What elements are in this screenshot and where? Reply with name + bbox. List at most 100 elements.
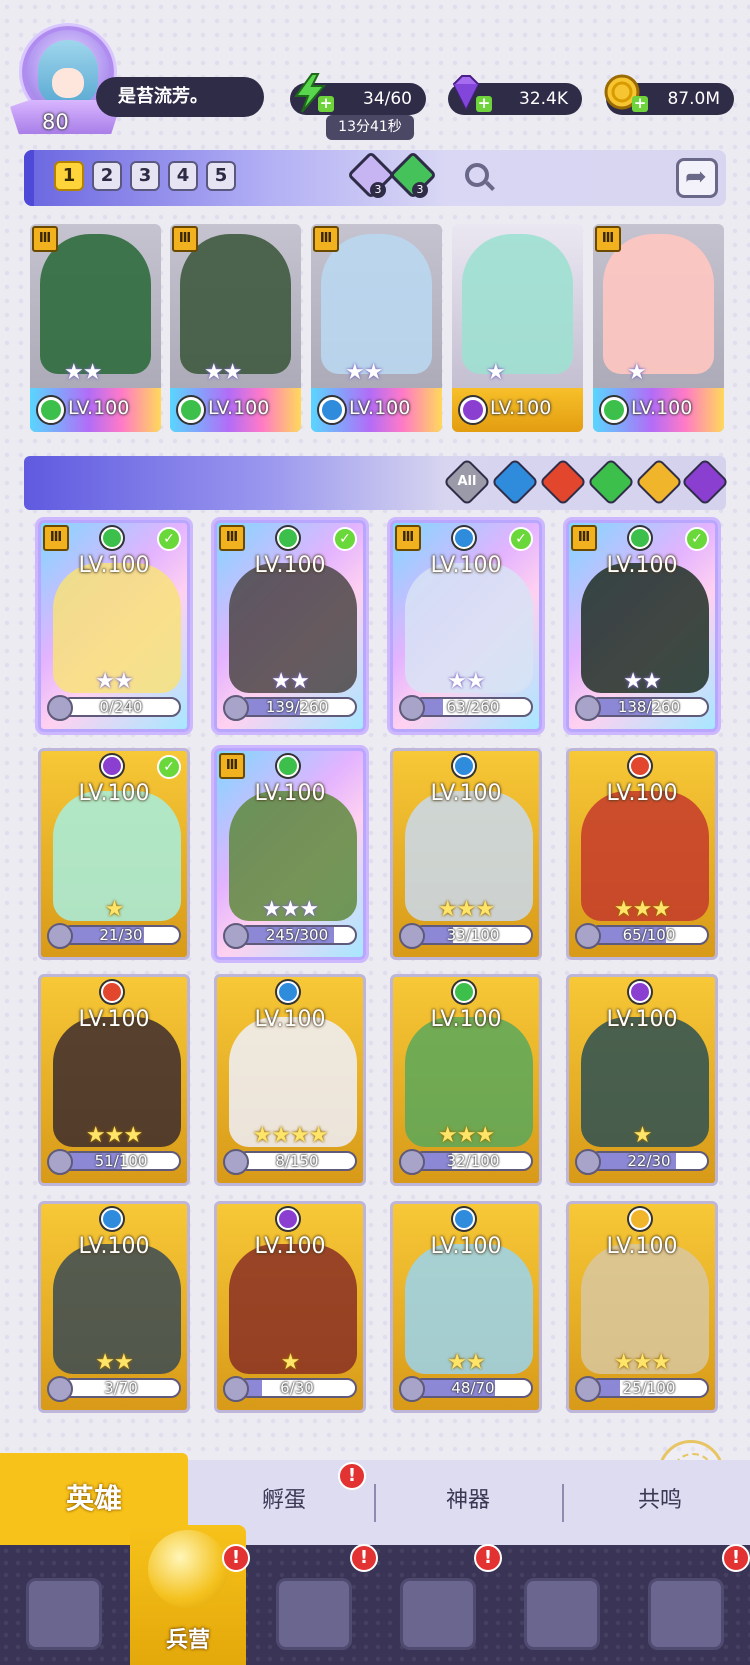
rank-badge: Ⅲ	[395, 525, 421, 551]
water-element-icon	[101, 1208, 123, 1230]
green-crystal-count: 3	[412, 182, 428, 198]
hero-card[interactable]: LV.100 ★ 22/30	[566, 974, 718, 1186]
search-icon[interactable]	[465, 163, 489, 187]
water-element-icon	[453, 1208, 475, 1230]
hero-card[interactable]: LV.100 ★ 6/30	[214, 1201, 366, 1413]
hero-level: LV.100	[430, 781, 502, 806]
tab-artifact[interactable]: 神器	[384, 1476, 552, 1526]
check-icon: ✓	[157, 755, 181, 779]
gem-add-icon[interactable]: +	[476, 96, 492, 112]
shard-icon	[575, 695, 601, 721]
filter-fire-icon[interactable]	[538, 457, 588, 507]
shard-progress: 139/260	[237, 697, 357, 717]
hero-level: LV.100	[430, 553, 502, 578]
cards-icon[interactable]	[26, 1578, 102, 1650]
hero-card[interactable]: ✓ LV.100 ★ 21/30	[38, 748, 190, 960]
star-rating: ★★★	[437, 1123, 495, 1148]
castle-icon[interactable]	[400, 1578, 476, 1650]
team-tab-4[interactable]: 4	[168, 161, 198, 191]
formation-slot[interactable]: Ⅲ ★★ LV.100	[30, 224, 161, 432]
filter-dark-icon[interactable]	[680, 457, 730, 507]
shard-progress-text: 0/240	[99, 698, 143, 716]
hero-level: LV.100	[208, 397, 270, 419]
hero-card[interactable]: Ⅲ ✓ LV.100 ★★ 139/260	[214, 520, 366, 732]
shard-progress-text: 33/100	[446, 926, 500, 944]
hero-level: LV.100	[254, 553, 326, 578]
star-rating: ★★★	[85, 1123, 143, 1148]
hero-card[interactable]: Ⅲ LV.100 ★★★ 245/300	[214, 748, 366, 960]
hero-card[interactable]: LV.100 ★★★ 33/100	[390, 748, 542, 960]
purple-crystal-count: 3	[370, 182, 386, 198]
hero-card[interactable]: LV.100 ★★★ 25/100	[566, 1201, 718, 1413]
shard-progress-text: 63/260	[446, 698, 500, 716]
wind-element-icon	[453, 981, 475, 1003]
dark-element-icon	[460, 397, 486, 423]
shard-icon	[575, 1149, 601, 1175]
star-rating: ★★	[95, 1350, 133, 1375]
team-tab-2[interactable]: 2	[92, 161, 122, 191]
shard-icon	[47, 923, 73, 949]
nav-scroll-badge: !	[722, 1544, 750, 1572]
filter-water-icon[interactable]	[490, 457, 540, 507]
level-bar: LV.100	[593, 388, 724, 432]
shrine-icon[interactable]	[524, 1578, 600, 1650]
shard-icon	[223, 695, 249, 721]
rank-badge: Ⅲ	[219, 753, 245, 779]
shard-icon	[47, 695, 73, 721]
hero-card[interactable]: LV.100 ★★★ 32/100	[390, 974, 542, 1186]
formation-slot[interactable]: Ⅲ ★★ LV.100	[311, 224, 442, 432]
energy-add-icon[interactable]: +	[318, 96, 334, 112]
star-rating: ★★	[345, 360, 383, 385]
gold-add-icon[interactable]: +	[632, 96, 648, 112]
shard-icon	[223, 923, 249, 949]
shard-progress: 33/100	[413, 925, 533, 945]
team-tab-5[interactable]: 5	[206, 161, 236, 191]
filter-all-button[interactable]: All	[442, 457, 492, 507]
formation-slot[interactable]: ★ LV.100	[452, 224, 583, 432]
tab-resonance[interactable]: 共鸣	[572, 1476, 748, 1526]
element-filter-bar: All	[24, 456, 730, 510]
hero-card[interactable]: Ⅲ ✓ LV.100 ★★ 0/240	[38, 520, 190, 732]
filter-light-icon[interactable]	[634, 457, 684, 507]
star-rating: ★	[627, 360, 647, 385]
rank-badge: Ⅲ	[313, 226, 339, 252]
check-icon: ✓	[333, 527, 357, 551]
hero-card[interactable]: Ⅲ ✓ LV.100 ★★ 138/260	[566, 520, 718, 732]
shard-icon	[575, 1376, 601, 1402]
level-bar: LV.100	[452, 388, 583, 432]
shard-icon	[47, 1149, 73, 1175]
book-icon[interactable]	[276, 1578, 352, 1650]
share-button[interactable]	[676, 158, 718, 198]
scroll-icon[interactable]	[648, 1578, 724, 1650]
check-icon: ✓	[685, 527, 709, 551]
shard-progress: 32/100	[413, 1151, 533, 1171]
formation-slot[interactable]: Ⅲ ★ LV.100	[593, 224, 724, 432]
shard-icon	[399, 1149, 425, 1175]
rank-badge: Ⅲ	[571, 525, 597, 551]
hero-level: LV.100	[430, 1007, 502, 1032]
barracks-icon	[148, 1530, 228, 1608]
avatar	[38, 40, 98, 106]
wind-element-icon	[601, 397, 627, 423]
star-rating: ★★	[447, 669, 485, 694]
hero-card[interactable]: LV.100 ★★★ 65/100	[566, 748, 718, 960]
tab-hatch-badge: !	[338, 1462, 366, 1490]
shard-icon	[399, 695, 425, 721]
hero-card[interactable]: LV.100 ★★ 48/70	[390, 1201, 542, 1413]
team-tab-1[interactable]: 1	[54, 161, 84, 191]
filter-wind-icon[interactable]	[586, 457, 636, 507]
dark-element-icon	[101, 755, 123, 777]
wind-element-icon	[38, 397, 64, 423]
star-rating: ★★★★	[252, 1123, 329, 1148]
hero-card[interactable]: LV.100 ★★★ 51/100	[38, 974, 190, 1186]
hero-card[interactable]: LV.100 ★★★★ 8/150	[214, 974, 366, 1186]
star-rating: ★	[280, 1350, 301, 1375]
shard-progress-text: 65/100	[622, 926, 676, 944]
hero-card[interactable]: Ⅲ ✓ LV.100 ★★ 63/260	[390, 520, 542, 732]
shard-progress: 0/240	[61, 697, 181, 717]
hero-card[interactable]: LV.100 ★★ 3/70	[38, 1201, 190, 1413]
formation-slot[interactable]: Ⅲ ★★ LV.100	[170, 224, 301, 432]
player-name[interactable]: 是苔流芳。	[96, 77, 264, 117]
team-tab-3[interactable]: 3	[130, 161, 160, 191]
star-rating: ★★★	[613, 897, 671, 922]
